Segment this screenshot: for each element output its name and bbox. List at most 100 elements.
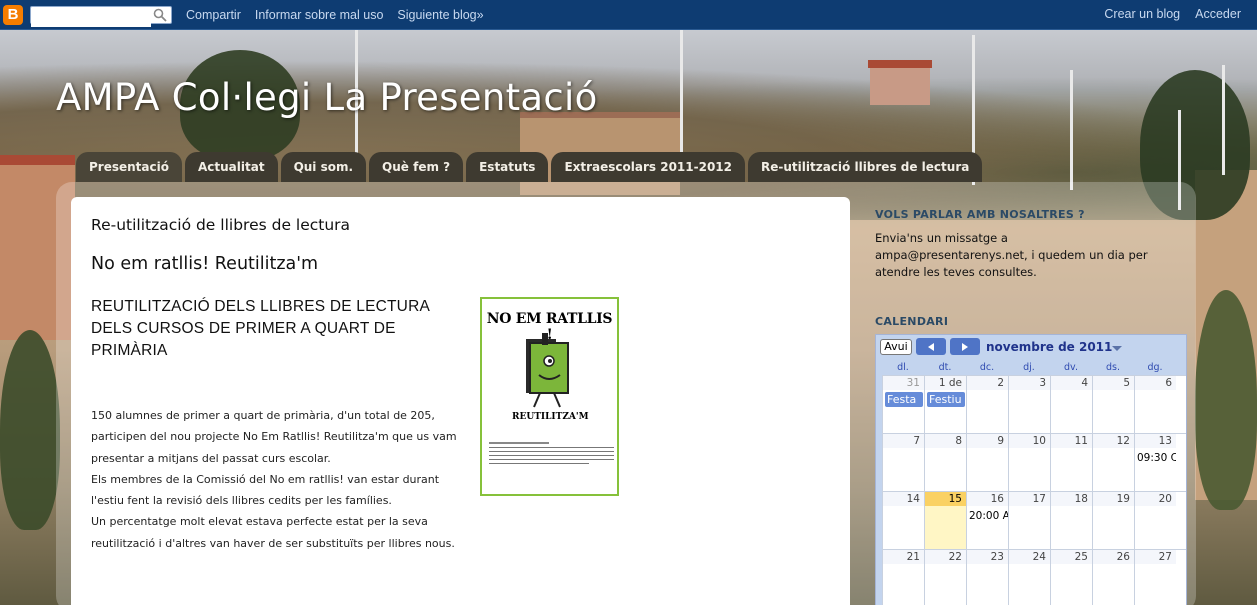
- calendar-day-number[interactable]: 9: [967, 434, 1008, 448]
- contact-line: Envia'ns un missatge a: [875, 231, 1008, 245]
- search-field[interactable]: [30, 5, 172, 27]
- tab-que-fem[interactable]: Què fem ?: [369, 152, 464, 182]
- calendar-day-number[interactable]: 17: [1009, 492, 1050, 506]
- next-blog-link[interactable]: Siguiente blog»: [397, 8, 483, 22]
- calendar-event-chip[interactable]: Festiu: [927, 392, 965, 407]
- calendar-day-number[interactable]: 23: [967, 550, 1008, 564]
- calendar-week-row: 21 22 23 24 25 26 27: [882, 549, 1186, 605]
- calendar-day-number[interactable]: 7: [883, 434, 924, 448]
- contact-line: atendre les teves consultes.: [875, 265, 1037, 279]
- blog-title[interactable]: AMPA Col·legi La Presentació: [56, 76, 598, 119]
- calendar-day-cell[interactable]: 2: [966, 376, 1008, 433]
- calendar-day-cell[interactable]: 9: [966, 434, 1008, 491]
- calendar-day-cell[interactable]: 24: [1008, 550, 1050, 605]
- calendar-day-cell[interactable]: 17: [1008, 492, 1050, 549]
- calendar-day-number[interactable]: 16: [967, 492, 1008, 506]
- calendar-day-number[interactable]: 12: [1093, 434, 1134, 448]
- calendar-day-cell[interactable]: 15: [924, 492, 966, 549]
- poster-image[interactable]: NO EM RATLLIS ! REUTILITZA'M: [480, 297, 619, 496]
- calendar-day-number[interactable]: 8: [925, 434, 966, 448]
- tab-extraescolars[interactable]: Extraescolars 2011-2012: [551, 152, 746, 182]
- chevron-down-icon[interactable]: [1112, 346, 1122, 351]
- calendar-day-cell[interactable]: 23: [966, 550, 1008, 605]
- calendar-day-cell[interactable]: 13 09:30 C: [1134, 434, 1176, 491]
- calendar-day-cell[interactable]: 12: [1092, 434, 1134, 491]
- calendar-day-cell[interactable]: 4: [1050, 376, 1092, 433]
- calendar-day-cell[interactable]: 5: [1092, 376, 1134, 433]
- post-subtitle: No em ratllis! Reutilitza'm: [91, 254, 319, 274]
- calendar-day-cell[interactable]: 20: [1134, 492, 1176, 549]
- calendar-day-number[interactable]: 22: [925, 550, 966, 564]
- calendar-day-number[interactable]: 14: [883, 492, 924, 506]
- calendar-day-cell[interactable]: 3: [1008, 376, 1050, 433]
- calendar-day-number[interactable]: 13: [1135, 434, 1176, 448]
- calendar-day-number[interactable]: 2: [967, 376, 1008, 390]
- contact-heading: VOLS PARLAR AMB NOSALTRES ?: [875, 208, 1085, 221]
- chevron-left-icon: [928, 342, 934, 351]
- prev-month-button[interactable]: [916, 338, 946, 355]
- tab-estatuts[interactable]: Estatuts: [466, 152, 549, 182]
- calendar-day-number[interactable]: 3: [1009, 376, 1050, 390]
- calendar-day-cell[interactable]: 19: [1092, 492, 1134, 549]
- calendar-day-number[interactable]: 18: [1051, 492, 1092, 506]
- calendar-day-cell[interactable]: 1 de novFestiu: [924, 376, 966, 433]
- calendar-day-number[interactable]: 5: [1093, 376, 1134, 390]
- tab-actualitat[interactable]: Actualitat: [184, 152, 278, 182]
- calendar-day-cell[interactable]: 27: [1134, 550, 1176, 605]
- calendar-day-number[interactable]: 26: [1093, 550, 1134, 564]
- calendar-day-cell[interactable]: 11: [1050, 434, 1092, 491]
- calendar-day-number[interactable]: 31: [883, 376, 924, 390]
- calendar-month-label[interactable]: novembre de 2011: [986, 340, 1112, 354]
- share-link[interactable]: Compartir: [186, 8, 241, 22]
- report-abuse-link[interactable]: Informar sobre mal uso: [255, 8, 384, 22]
- weekday-label: dc.: [979, 362, 995, 373]
- calendar-day-cell[interactable]: 7: [882, 434, 924, 491]
- weekday-label: dv.: [1064, 362, 1078, 373]
- calendar-week-row: 7 8 9 10 11 12 13 09:30 C: [882, 433, 1186, 491]
- calendar-event-chip[interactable]: Festa: [885, 392, 923, 407]
- calendar-day-cell[interactable]: 14: [882, 492, 924, 549]
- calendar-day-number[interactable]: 15: [925, 492, 966, 506]
- calendar-event-time[interactable]: 20:00 A: [969, 510, 1008, 522]
- weekday-label: ds.: [1106, 362, 1120, 373]
- calendar-day-number[interactable]: 27: [1135, 550, 1176, 564]
- calendar-day-cell[interactable]: 31 Festa: [882, 376, 924, 433]
- calendar-day-number[interactable]: 25: [1051, 550, 1092, 564]
- create-blog-link[interactable]: Crear un blog: [1104, 7, 1180, 21]
- calendar-day-cell[interactable]: 16 20:00 A: [966, 492, 1008, 549]
- book-character-icon: [526, 333, 569, 408]
- calendar-day-number[interactable]: 10: [1009, 434, 1050, 448]
- today-button[interactable]: Avui: [880, 339, 912, 355]
- tab-qui-som[interactable]: Qui som.: [280, 152, 367, 182]
- calendar-day-number[interactable]: 11: [1051, 434, 1092, 448]
- search-input[interactable]: [31, 10, 151, 27]
- calendar-day-cell[interactable]: 6: [1134, 376, 1176, 433]
- poster-fine-print: [489, 442, 614, 467]
- calendar-day-number[interactable]: 21: [883, 550, 924, 564]
- tab-presentacio[interactable]: Presentació: [76, 152, 182, 182]
- calendar-day-number[interactable]: 4: [1051, 376, 1092, 390]
- blogger-logo-icon[interactable]: B: [3, 4, 23, 25]
- tab-reutilitzacio[interactable]: Re-utilització llibres de lectura: [748, 152, 983, 182]
- calendar-day-number[interactable]: 24: [1009, 550, 1050, 564]
- calendar-day-number[interactable]: 19: [1093, 492, 1134, 506]
- calendar-day-cell[interactable]: 22: [924, 550, 966, 605]
- post-line: participen del nou projecte No Em Ratlli…: [91, 430, 457, 444]
- calendar-day-cell[interactable]: 21: [882, 550, 924, 605]
- calendar-day-cell[interactable]: 8: [924, 434, 966, 491]
- calendar-day-cell[interactable]: 18: [1050, 492, 1092, 549]
- calendar-day-cell[interactable]: 26: [1092, 550, 1134, 605]
- weekday-label: dl.: [897, 362, 909, 373]
- calendar-event-time[interactable]: 09:30 C: [1137, 452, 1176, 464]
- search-icon[interactable]: [153, 8, 167, 22]
- calendar-day-number[interactable]: 6: [1135, 376, 1176, 390]
- next-month-button[interactable]: [950, 338, 980, 355]
- calendar-day-cell[interactable]: 25: [1050, 550, 1092, 605]
- calendar-day-number[interactable]: 1 de nov: [925, 376, 966, 403]
- blogger-navbar: B Compartir Informar sobre mal uso Sigui…: [0, 0, 1257, 30]
- calendar-day-number[interactable]: 20: [1135, 492, 1176, 506]
- calendar-weeks: 31Festa1 de novFestiu234567891011121309:…: [882, 375, 1186, 605]
- sign-in-link[interactable]: Acceder: [1195, 7, 1241, 21]
- chevron-right-icon: [962, 342, 968, 351]
- calendar-day-cell[interactable]: 10: [1008, 434, 1050, 491]
